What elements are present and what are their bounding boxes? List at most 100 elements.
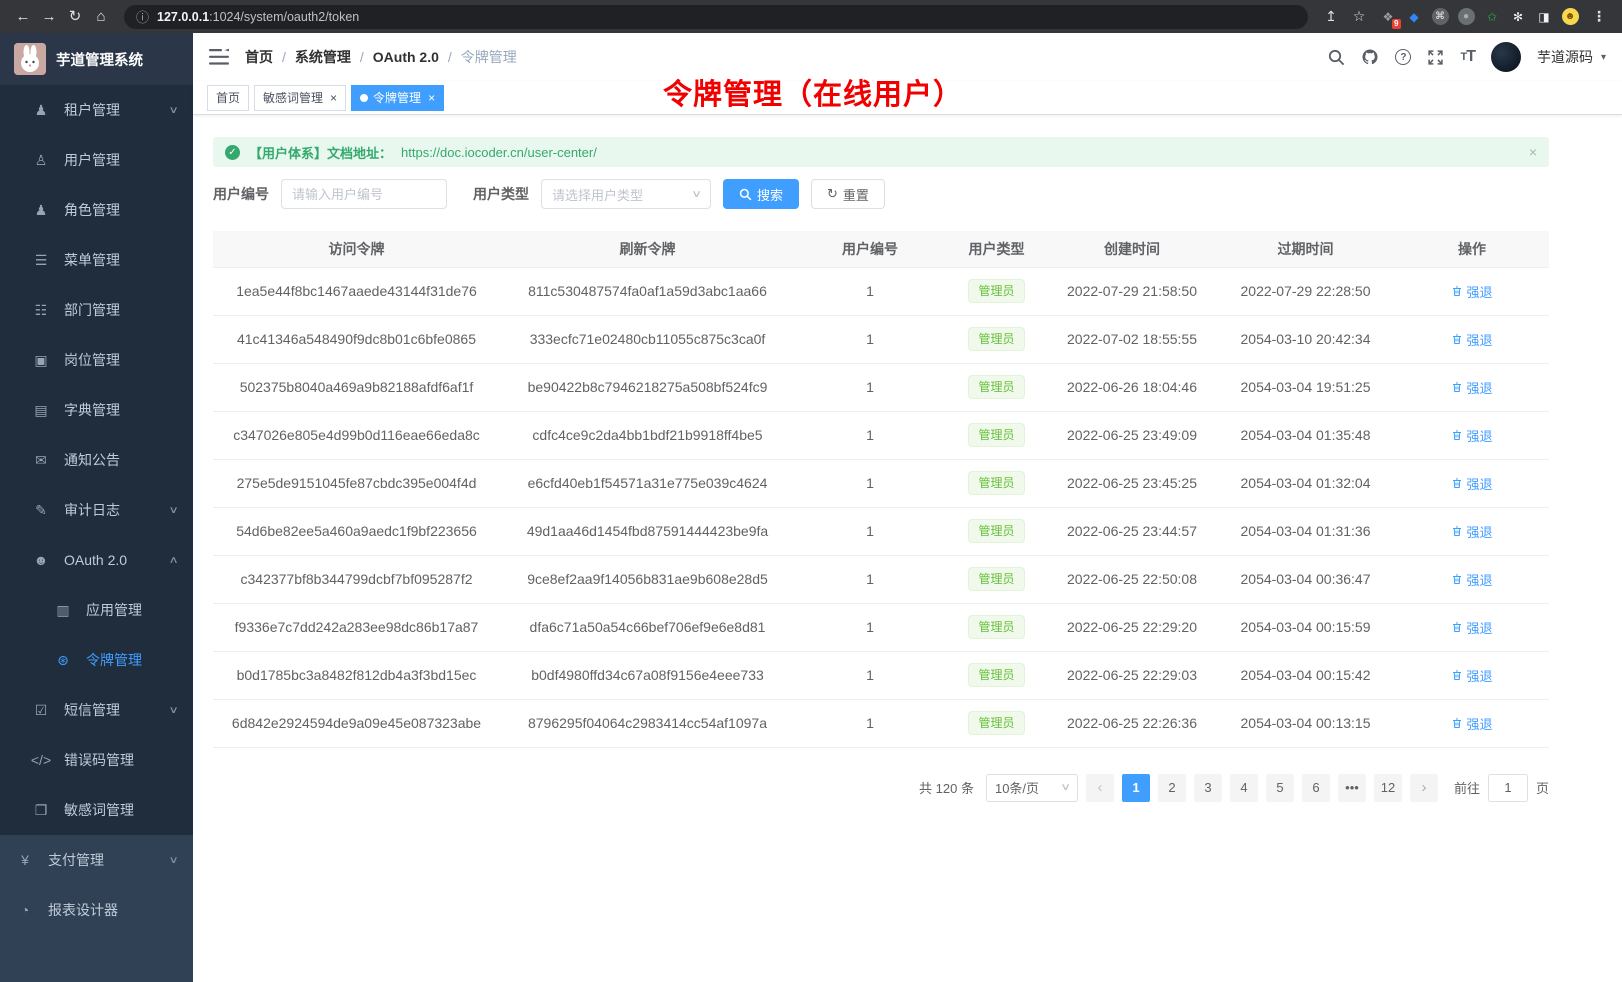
prev-page-button[interactable]: ‹ [1086,774,1114,802]
page-button-5[interactable]: 5 [1266,774,1294,802]
table-row: c347026e805e4d99b0d116eae66eda8c cdfc4ce… [213,411,1549,459]
browser-menu-icon[interactable]: ⋮ [1586,8,1612,25]
main-area: 令牌管理（在线用户） 首页/系统管理/OAuth 2.0/令牌管理 ? [193,33,1622,982]
sidebar-item-notice[interactable]: ✉ 通知公告 [0,435,193,485]
force-logout-button[interactable]: 强退 [1451,570,1492,589]
reset-button[interactable]: ↻ 重置 [811,179,885,209]
sidebar-item-error-code[interactable]: </> 错误码管理 [0,735,193,785]
breadcrumb: 首页/系统管理/OAuth 2.0/令牌管理 [245,47,517,67]
fullscreen-icon[interactable] [1427,49,1444,66]
user-id-label: 用户编号 [213,184,269,204]
sidebar-item-oauth2[interactable]: ☻ OAuth 2.0 ∧ [0,535,193,585]
user-type-label: 用户类型 [473,184,529,204]
doc-link[interactable]: https://doc.iocoder.cn/user-center/ [401,145,597,160]
force-logout-button[interactable]: 强退 [1451,714,1492,733]
breadcrumb-item[interactable]: OAuth 2.0 [373,49,439,65]
tab-close-icon[interactable]: × [428,91,435,105]
home-icon[interactable]: ⌂ [88,0,114,33]
sidebar-item-label: 部门管理 [64,300,120,320]
tab-close-icon[interactable]: × [330,91,337,105]
breadcrumb-item[interactable]: 系统管理 [295,47,351,67]
sidebar-collapse-icon[interactable] [209,48,229,66]
help-icon[interactable]: ? [1395,49,1411,65]
user-dropdown-caret-icon[interactable]: ▾ [1601,52,1606,63]
gem-extension-icon[interactable]: ◆ [1404,6,1424,28]
page-button-6[interactable]: 6 [1302,774,1330,802]
user-id-input[interactable] [281,179,447,209]
search-icon[interactable] [1328,49,1345,66]
puzzle-extension-icon[interactable]: ✻ [1508,6,1528,28]
star-extension-icon[interactable]: ✩ [1482,6,1502,28]
extensions-badge-icon[interactable]: ❖9 [1378,6,1398,28]
force-logout-button[interactable]: 强退 [1451,378,1492,397]
app-logo[interactable]: 芋道管理系统 [0,33,193,85]
force-logout-button[interactable]: 强退 [1451,522,1492,541]
page-button-4[interactable]: 4 [1230,774,1258,802]
reload-icon[interactable]: ↻ [62,0,88,33]
page-button-2[interactable]: 2 [1158,774,1186,802]
refresh-token-cell: 8796295f04064c2983414cc54af1097a [500,699,795,747]
force-logout-button[interactable]: 强退 [1451,282,1492,301]
sidebar-item-menu[interactable]: ☰ 菜单管理 [0,235,193,285]
column-header: 创建时间 [1048,231,1216,267]
sidebar-item-post[interactable]: ▣ 岗位管理 [0,335,193,385]
sidebar-item-pay[interactable]: ¥ 支付管理 ∨ [0,835,193,885]
page-button-1[interactable]: 1 [1122,774,1150,802]
user-avatar[interactable] [1491,42,1521,72]
username[interactable]: 芋道源码 [1537,47,1593,67]
alert-close-icon[interactable]: × [1529,144,1537,160]
share-icon[interactable]: ↥ [1318,8,1344,25]
back-icon[interactable]: ← [10,0,36,33]
tab-首页[interactable]: 首页 [207,85,249,111]
github-icon[interactable] [1361,48,1379,66]
expire-time-cell: 2054-03-04 01:32:04 [1216,459,1395,507]
command-extension-icon[interactable]: ⌘ [1430,6,1450,28]
force-logout-button[interactable]: 强退 [1451,666,1492,685]
force-logout-button[interactable]: 强退 [1451,474,1492,493]
font-size-icon[interactable]: TT [1460,48,1475,66]
sidebar-item-tenant[interactable]: ♟ 租户管理 ∨ [0,85,193,135]
profile-emoji-icon[interactable]: ☻ [1560,6,1580,28]
sidepanel-extension-icon[interactable]: ◨ [1534,6,1554,28]
search-form: 用户编号 用户类型 请选择用户类型 ∨ 搜索 ↻ 重置 [213,179,1602,209]
search-button[interactable]: 搜索 [723,179,799,209]
forward-icon[interactable]: → [36,0,62,33]
sidebar-item-sms[interactable]: ☑ 短信管理 ∨ [0,685,193,735]
address-bar[interactable]: ⓘ 127.0.0.1:1024/system/oauth2/token [124,5,1308,29]
user-id-cell: 1 [795,699,945,747]
user-type-cell: 管理员 [945,507,1048,555]
force-logout-button[interactable]: 强退 [1451,330,1492,349]
user-type-select[interactable]: 请选择用户类型 ∨ [541,179,711,209]
next-page-button[interactable]: › [1410,774,1438,802]
tags-view-bar: 首页 敏感词管理 × 令牌管理 × [193,81,1622,115]
sidebar-item-user[interactable]: ♙ 用户管理 [0,135,193,185]
breadcrumb-item[interactable]: 首页 [245,47,273,67]
tab-令牌管理[interactable]: 令牌管理 × [351,85,444,111]
page-button-12[interactable]: 12 [1374,774,1402,802]
access-token-cell: 6d842e2924594de9a09e45e087323abe [213,699,500,747]
sidebar-item-oauth2-app[interactable]: ▥ 应用管理 [0,585,193,635]
sidebar-item-oauth2-token[interactable]: ⊛ 令牌管理 [0,635,193,685]
app-title: 芋道管理系统 [56,49,143,70]
force-logout-button[interactable]: 强退 [1451,618,1492,637]
user-id-cell: 1 [795,267,945,315]
bookmark-star-icon[interactable]: ☆ [1346,8,1372,25]
user-type-cell: 管理员 [945,699,1048,747]
user-type-cell: 管理员 [945,315,1048,363]
sidebar-item-dict[interactable]: ▤ 字典管理 [0,385,193,435]
sidebar-item-report-designer[interactable]: ◔ 报表设计器 [0,885,193,935]
page-size-select[interactable]: 10条/页 ∨ [986,774,1078,802]
sidebar-item-dept[interactable]: ☷ 部门管理 [0,285,193,335]
recorder-extension-icon[interactable]: ● [1456,6,1476,28]
sidebar-item-label: 应用管理 [86,600,142,620]
page-button-3[interactable]: 3 [1194,774,1222,802]
page-ellipsis[interactable]: ••• [1338,774,1366,802]
site-info-icon[interactable]: ⓘ [136,7,149,26]
sidebar-item-role[interactable]: ♟ 角色管理 [0,185,193,235]
app-frame: 芋道管理系统 ♟ 租户管理 ∨ ♙ 用户管理 ♟ 角色管理 ☰ 菜单管理 ☷ 部… [0,33,1622,982]
sidebar-item-audit-log[interactable]: ✎ 审计日志 ∨ [0,485,193,535]
sidebar-item-sensitive-word[interactable]: ❐ 敏感词管理 [0,785,193,835]
force-logout-button[interactable]: 强退 [1451,426,1492,445]
tab-敏感词管理[interactable]: 敏感词管理 × [254,85,346,111]
jump-page-input[interactable] [1488,774,1528,802]
